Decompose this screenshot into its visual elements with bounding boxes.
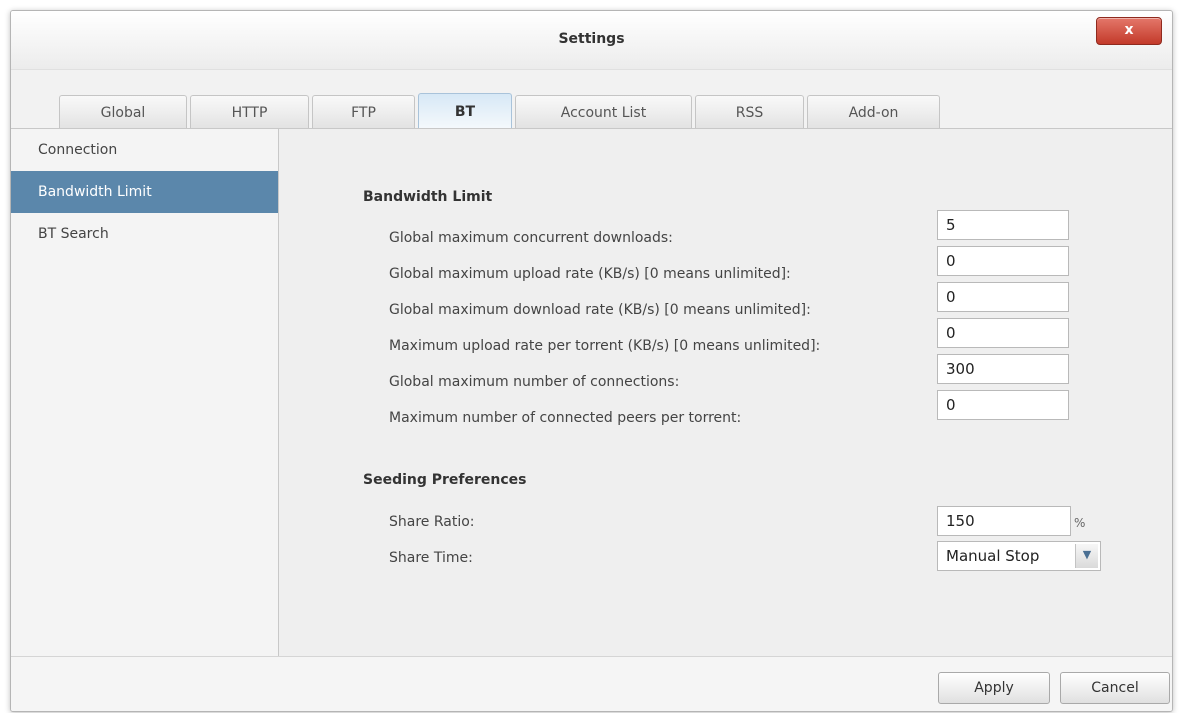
dialog-title: Settings bbox=[558, 31, 625, 47]
sidebar: Connection Bandwidth Limit BT Search bbox=[11, 128, 279, 656]
dialog-footer: Apply Cancel bbox=[11, 656, 1172, 711]
share-time-selected-value: Manual Stop bbox=[946, 547, 1040, 565]
upload-rate-per-torrent-input[interactable]: 0 bbox=[937, 318, 1069, 348]
share-ratio-input[interactable]: 150 bbox=[937, 506, 1071, 536]
sidebar-item-bandwidth-limit[interactable]: Bandwidth Limit bbox=[11, 171, 278, 213]
peers-per-torrent-label: Maximum number of connected peers per to… bbox=[389, 410, 742, 426]
tab-account-list[interactable]: Account List bbox=[515, 95, 692, 129]
max-connections-label: Global maximum number of connections: bbox=[389, 374, 680, 390]
share-time-label: Share Time: bbox=[389, 550, 473, 566]
tab-bt[interactable]: BT bbox=[418, 93, 512, 129]
share-time-select[interactable]: Manual Stop ▼ bbox=[937, 541, 1101, 571]
max-connections-input[interactable]: 300 bbox=[937, 354, 1069, 384]
chevron-down-icon[interactable]: ▼ bbox=[1075, 544, 1098, 568]
upload-rate-label: Global maximum upload rate (KB/s) [0 mea… bbox=[389, 266, 791, 282]
bandwidth-limit-heading: Bandwidth Limit bbox=[363, 189, 493, 205]
tab-add-on[interactable]: Add-on bbox=[807, 95, 940, 129]
sidebar-item-connection[interactable]: Connection bbox=[11, 129, 278, 171]
concurrent-downloads-label: Global maximum concurrent downloads: bbox=[389, 230, 673, 246]
upload-rate-per-torrent-label: Maximum upload rate per torrent (KB/s) [… bbox=[389, 338, 821, 354]
share-ratio-unit: % bbox=[1074, 516, 1086, 530]
upload-rate-input[interactable]: 0 bbox=[937, 246, 1069, 276]
close-button[interactable]: x bbox=[1096, 17, 1162, 45]
settings-panel: Bandwidth Limit Global maximum concurren… bbox=[279, 128, 1172, 656]
concurrent-downloads-input[interactable]: 5 bbox=[937, 210, 1069, 240]
download-rate-label: Global maximum download rate (KB/s) [0 m… bbox=[389, 302, 811, 318]
peers-per-torrent-input[interactable]: 0 bbox=[937, 390, 1069, 420]
apply-button[interactable]: Apply bbox=[938, 672, 1050, 704]
title-bar: Settings x bbox=[11, 11, 1172, 70]
share-ratio-label: Share Ratio: bbox=[389, 514, 475, 530]
tab-ftp[interactable]: FTP bbox=[312, 95, 415, 129]
sidebar-item-bt-search[interactable]: BT Search bbox=[11, 213, 278, 255]
tab-http[interactable]: HTTP bbox=[190, 95, 309, 129]
tab-global[interactable]: Global bbox=[59, 95, 187, 129]
tab-bar: Global HTTP FTP BT Account List RSS Add-… bbox=[59, 93, 940, 129]
seeding-preferences-heading: Seeding Preferences bbox=[363, 472, 527, 488]
cancel-button[interactable]: Cancel bbox=[1060, 672, 1170, 704]
tab-rss[interactable]: RSS bbox=[695, 95, 804, 129]
settings-dialog: Settings x Global HTTP FTP BT Account Li… bbox=[10, 10, 1173, 712]
download-rate-input[interactable]: 0 bbox=[937, 282, 1069, 312]
